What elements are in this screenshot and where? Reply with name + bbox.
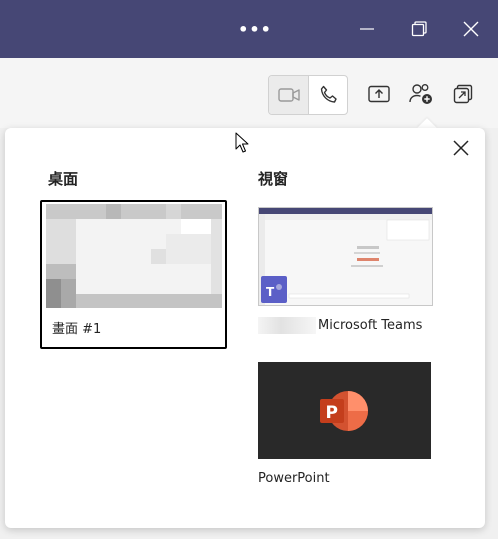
people-add-icon: [409, 84, 432, 104]
teams-window-thumbnail[interactable]: T: [258, 207, 433, 306]
share-content-panel: 桌面 視窗 畫面 #1 T Microsoft Teams P PowerPoi…: [5, 128, 485, 528]
video-call-icon: [277, 88, 300, 102]
meeting-toolbar: [0, 58, 498, 128]
powerpoint-icon: P: [319, 390, 368, 431]
minimize-button[interactable]: [344, 0, 390, 58]
redacted-text: [258, 317, 316, 334]
popout-button[interactable]: [447, 78, 479, 110]
teams-window-label: Microsoft Teams: [258, 317, 422, 334]
screen-label: 畫面 #1: [52, 322, 102, 337]
close-icon: [463, 21, 479, 37]
share-tray-button[interactable]: [363, 78, 395, 110]
close-panel-button[interactable]: [449, 136, 473, 160]
share-tray-icon: [368, 85, 390, 103]
desktop-heading: 桌面: [48, 170, 79, 188]
restore-button[interactable]: [396, 0, 442, 58]
close-window-button[interactable]: [448, 0, 494, 58]
popout-icon: [453, 84, 473, 104]
people-button[interactable]: [405, 78, 437, 110]
screen-thumbnail: [46, 204, 222, 308]
close-icon: [453, 140, 469, 156]
mouse-cursor-icon: [235, 132, 249, 153]
svg-text:T: T: [266, 285, 275, 299]
powerpoint-window-label: PowerPoint: [258, 471, 330, 486]
powerpoint-window-thumbnail[interactable]: P: [258, 362, 431, 459]
minimize-icon: [360, 28, 374, 30]
window-heading: 視窗: [258, 170, 289, 188]
more-options-button[interactable]: •••: [232, 0, 278, 58]
teams-window-name: Microsoft Teams: [318, 318, 423, 333]
call-button-group: [268, 75, 348, 115]
audio-call-button[interactable]: [308, 76, 347, 114]
video-call-button[interactable]: [269, 76, 309, 114]
title-bar: •••: [0, 0, 498, 58]
audio-call-icon: [320, 85, 337, 103]
screen-option[interactable]: 畫面 #1: [40, 200, 227, 349]
svg-text:P: P: [325, 403, 337, 423]
restore-icon: [411, 21, 427, 37]
